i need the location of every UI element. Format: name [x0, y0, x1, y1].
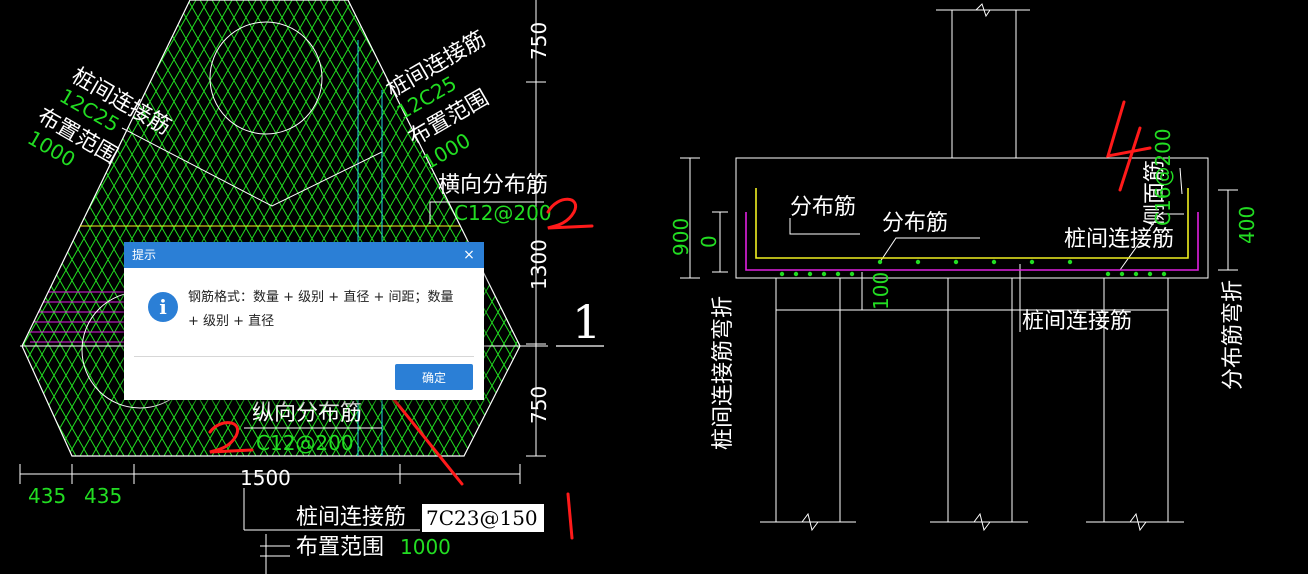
info-icon: i — [148, 292, 178, 322]
label-dist-2: 分布筋 — [882, 211, 948, 236]
section-mark-number: 1 — [572, 295, 601, 349]
label-range-bottom: 布置范围 — [296, 535, 384, 560]
dim-top: 750 — [527, 22, 551, 60]
dim-100: 100 — [869, 272, 893, 310]
mark-1 — [566, 492, 574, 540]
dim-bottom: 750 — [527, 386, 551, 424]
dialog-title: 提示 — [132, 248, 157, 262]
pile-circle-top — [209, 21, 323, 135]
dialog-title-bar: 提示 × — [124, 242, 484, 268]
dim-435-a: 435 — [28, 484, 66, 508]
dim-435-b: 435 — [84, 484, 122, 508]
dim-900: 900 — [669, 218, 693, 256]
dim-1500: 1500 — [240, 466, 291, 490]
label-pile-conn-top: 桩间连接筋 — [1064, 227, 1174, 252]
label-dist-1: 分布筋 — [790, 195, 856, 220]
rebar-input-field[interactable] — [421, 503, 545, 533]
value-range-bottom: 1000 — [400, 535, 451, 559]
bottom-leaders — [243, 488, 420, 574]
annotation-mark-text-1: 1 — [0, 0, 10, 4]
label-pile-conn-bottom: 桩间连接筋 — [296, 505, 406, 530]
label-pile-conn-mid: 桩间连接筋 — [1022, 309, 1132, 334]
label-dist-bend: 分布筋弯折 — [1221, 280, 1246, 390]
dim-400: 400 — [1235, 206, 1259, 244]
label-pile-conn-bend: 桩间连接筋弯折 — [711, 296, 736, 450]
section-view — [680, 3, 1238, 532]
dialog-message: 钢筋格式：数量 + 级别 + 直径 + 间距；数量 + 级别 + 直径 — [188, 290, 454, 329]
mark-2-transverse — [546, 197, 594, 230]
dialog-divider — [134, 356, 474, 357]
section-texts: 分布筋 分布筋 侧面筋 C16@200 桩间连接筋 桩间连接筋 900 0 10… — [669, 128, 1259, 450]
label-longitudinal: 纵向分布筋 — [252, 401, 362, 426]
value-transverse: C12@200 — [454, 201, 552, 225]
ok-button[interactable]: 确定 — [395, 364, 473, 390]
value-longitudinal: C12@200 — [256, 431, 354, 455]
value-side: C16@200 — [1151, 128, 1175, 226]
label-transverse: 横向分布筋 — [438, 173, 548, 198]
dim-mid: 1300 — [527, 239, 551, 290]
close-icon[interactable]: × — [460, 242, 478, 268]
prompt-dialog: 提示 × i 钢筋格式：数量 + 级别 + 直径 + 间距；数量 + 级别 + … — [124, 242, 484, 400]
dim-0: 0 — [697, 235, 721, 248]
